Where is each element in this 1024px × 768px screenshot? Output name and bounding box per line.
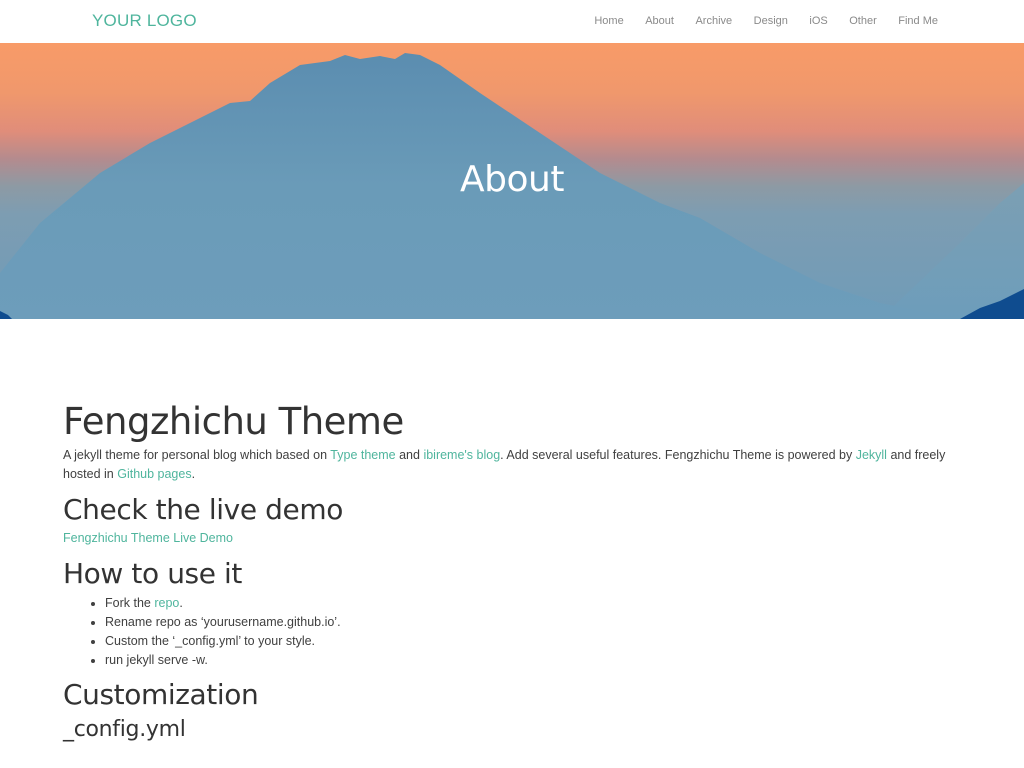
live-demo-link[interactable]: Fengzhichu Theme Live Demo [63,531,233,545]
intro-text-1: A jekyll theme for personal blog which b… [63,448,331,462]
article-content: Fengzhichu Theme A jekyll theme for pers… [63,400,963,744]
config-heading: _config.yml [63,717,186,742]
type-theme-link[interactable]: Type theme [330,448,395,462]
site-logo[interactable]: YOUR LOGO [92,11,197,31]
intro-text-2: and [395,448,424,462]
hero-banner: About [0,43,1024,319]
navbar: YOUR LOGO Home About Archive Design iOS … [0,0,1024,43]
list-item-text: Fork the [105,596,155,610]
list-item: Fork the repo. [105,594,963,613]
list-item: Rename repo as ‘yourusername.github.io’. [105,613,963,632]
list-item-text: . [179,596,183,610]
how-to-list: Fork the repo. Rename repo as ‘yourusern… [105,594,963,670]
intro-text-5: . [191,467,196,481]
nav-link-home[interactable]: Home [594,15,623,27]
intro-paragraph: A jekyll theme for personal blog which b… [63,446,963,484]
far-ridge-right [880,183,1024,319]
nav-link-about[interactable]: About [645,15,674,27]
list-item: run jekyll serve -w. [105,651,963,670]
nav-menu: Home About Archive Design iOS Other Find… [573,15,938,27]
nav-link-other[interactable]: Other [849,15,877,27]
live-demo-paragraph: Fengzhichu Theme Live Demo [63,529,963,548]
ibireme-blog-link[interactable]: ibireme's blog [423,448,500,462]
jekyll-link[interactable]: Jekyll [856,448,887,462]
live-demo-heading: Check the live demo [63,493,343,526]
customization-heading: Customization [63,678,259,711]
page-title: About [460,159,564,200]
nav-link-design[interactable]: Design [754,15,788,27]
github-pages-link[interactable]: Github pages [117,467,191,481]
nav-link-ios[interactable]: iOS [809,15,827,27]
list-item: Custom the ‘_config.yml’ to your style. [105,632,963,651]
repo-link[interactable]: repo [154,596,179,610]
article-heading: Fengzhichu Theme [63,400,404,443]
nav-link-find-me[interactable]: Find Me [898,15,938,27]
nav-link-archive[interactable]: Archive [695,15,732,27]
intro-text-3: . Add several useful features. Fengzhich… [500,448,856,462]
how-to-heading: How to use it [63,557,243,590]
